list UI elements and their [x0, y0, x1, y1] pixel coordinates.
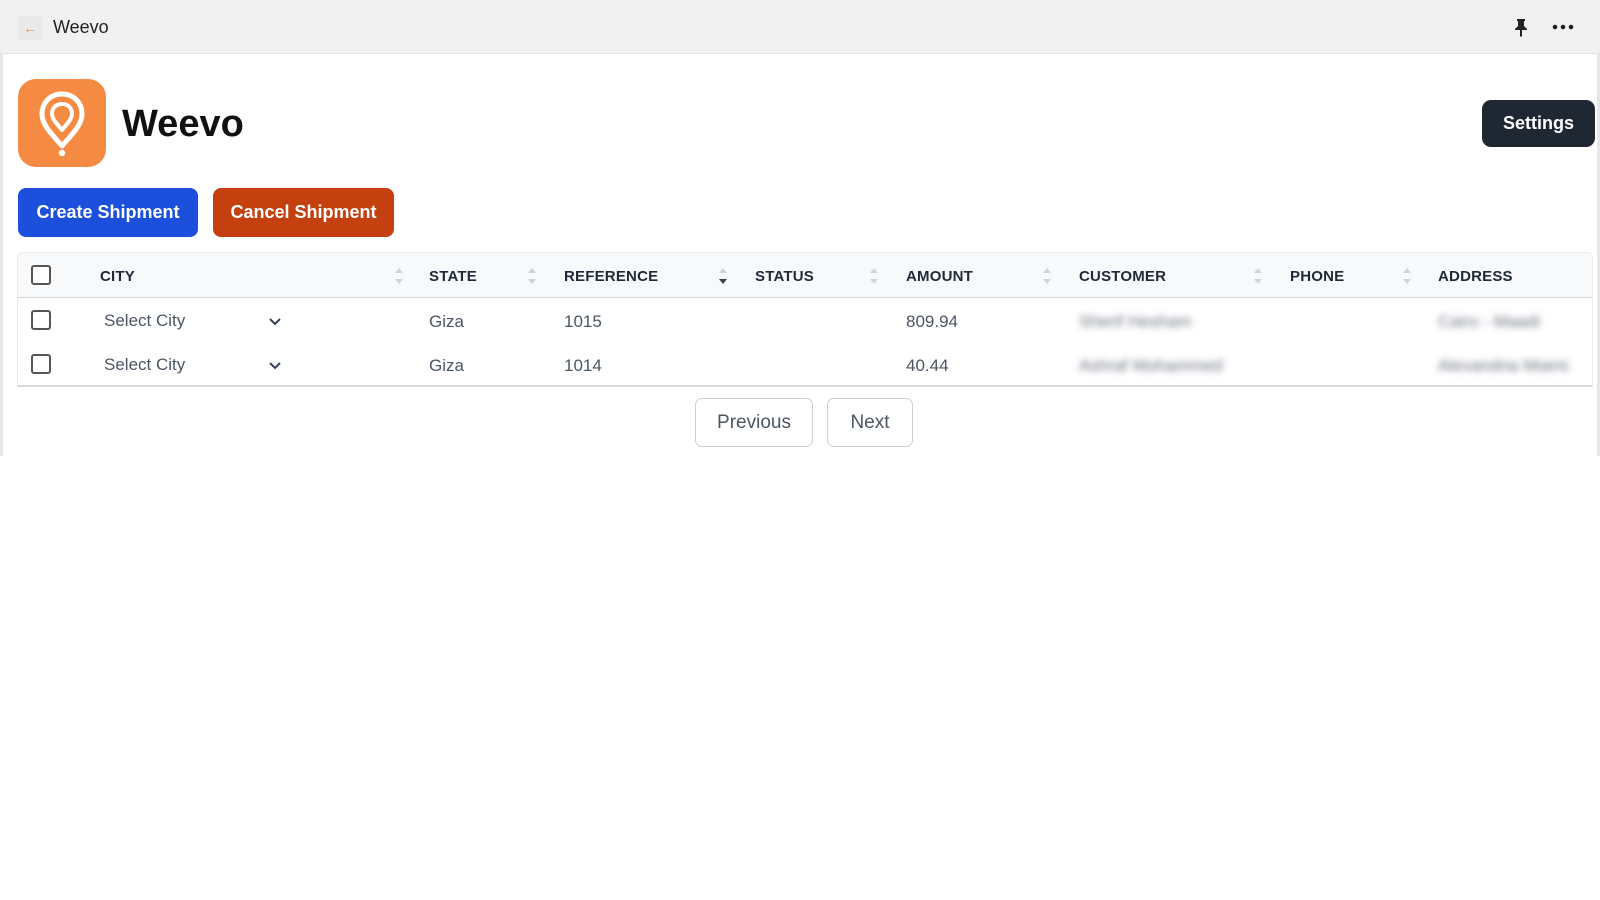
sort-icon[interactable]: [1402, 265, 1412, 287]
cell-address: Alexandria Miami: [1438, 356, 1569, 375]
column-header-reference[interactable]: REFERENCE: [564, 268, 658, 285]
city-select[interactable]: Select City: [104, 351, 289, 381]
city-select[interactable]: Select City: [104, 307, 289, 337]
sort-icon[interactable]: [527, 265, 537, 287]
cell-state: Giza: [429, 356, 464, 375]
shipments-table: CITY STATE REFERENCE STATUS AMOUNT CUSTO…: [17, 252, 1593, 387]
cell-state: Giza: [429, 312, 464, 331]
cell-customer: Sherif Hesham: [1079, 312, 1192, 331]
column-header-address: ADDRESS: [1438, 268, 1513, 285]
column-header-phone[interactable]: PHONE: [1290, 268, 1344, 285]
app-logo: [18, 79, 106, 167]
column-header-status[interactable]: STATUS: [755, 268, 814, 285]
pin-icon[interactable]: [1510, 16, 1532, 38]
row-checkbox[interactable]: [31, 354, 51, 374]
sort-icon[interactable]: [1042, 265, 1052, 287]
app-name: Weevo: [122, 103, 244, 145]
cell-reference: 1014: [564, 356, 602, 375]
chevron-down-icon: [269, 318, 281, 326]
table-row[interactable]: Select City Giza 1014 40.44 Ashraf Moham…: [18, 343, 1592, 385]
next-page-button[interactable]: Next: [827, 398, 913, 447]
row-checkbox[interactable]: [31, 310, 51, 330]
city-select-placeholder: Select City: [104, 311, 186, 330]
settings-button[interactable]: Settings: [1482, 100, 1595, 147]
cell-address: Cairo - Maadi: [1438, 312, 1541, 331]
column-header-amount[interactable]: AMOUNT: [906, 268, 973, 285]
chevron-down-icon: [269, 362, 281, 370]
city-select-placeholder: Select City: [104, 355, 186, 374]
cell-reference: 1015: [564, 312, 602, 331]
sort-icon[interactable]: [869, 265, 879, 287]
arrow-left-icon: ←: [23, 20, 37, 36]
sort-icon[interactable]: [394, 265, 404, 287]
cell-customer: Ashraf Mohammed: [1079, 356, 1223, 375]
cell-amount: 40.44: [906, 356, 949, 375]
more-horizontal-icon[interactable]: [1550, 16, 1576, 38]
table-row[interactable]: Select City Giza 1015 809.94 Sherif Hesh…: [18, 299, 1592, 343]
column-header-city[interactable]: CITY: [100, 268, 135, 285]
select-all-checkbox[interactable]: [31, 265, 51, 285]
column-header-state[interactable]: STATE: [429, 268, 477, 285]
sort-icon[interactable]: [1253, 265, 1263, 287]
create-shipment-button[interactable]: Create Shipment: [18, 188, 198, 237]
sort-descending-icon[interactable]: [718, 265, 728, 287]
back-button[interactable]: ←: [18, 16, 42, 40]
table-header: CITY STATE REFERENCE STATUS AMOUNT CUSTO…: [18, 253, 1592, 298]
window-title: Weevo: [53, 17, 109, 37]
map-pin-icon: [39, 91, 85, 157]
title-bar: ← Weevo: [0, 0, 1600, 54]
column-header-customer[interactable]: CUSTOMER: [1079, 268, 1166, 285]
previous-page-button[interactable]: Previous: [695, 398, 813, 447]
cell-amount: 809.94: [906, 312, 958, 331]
cancel-shipment-button[interactable]: Cancel Shipment: [213, 188, 394, 237]
